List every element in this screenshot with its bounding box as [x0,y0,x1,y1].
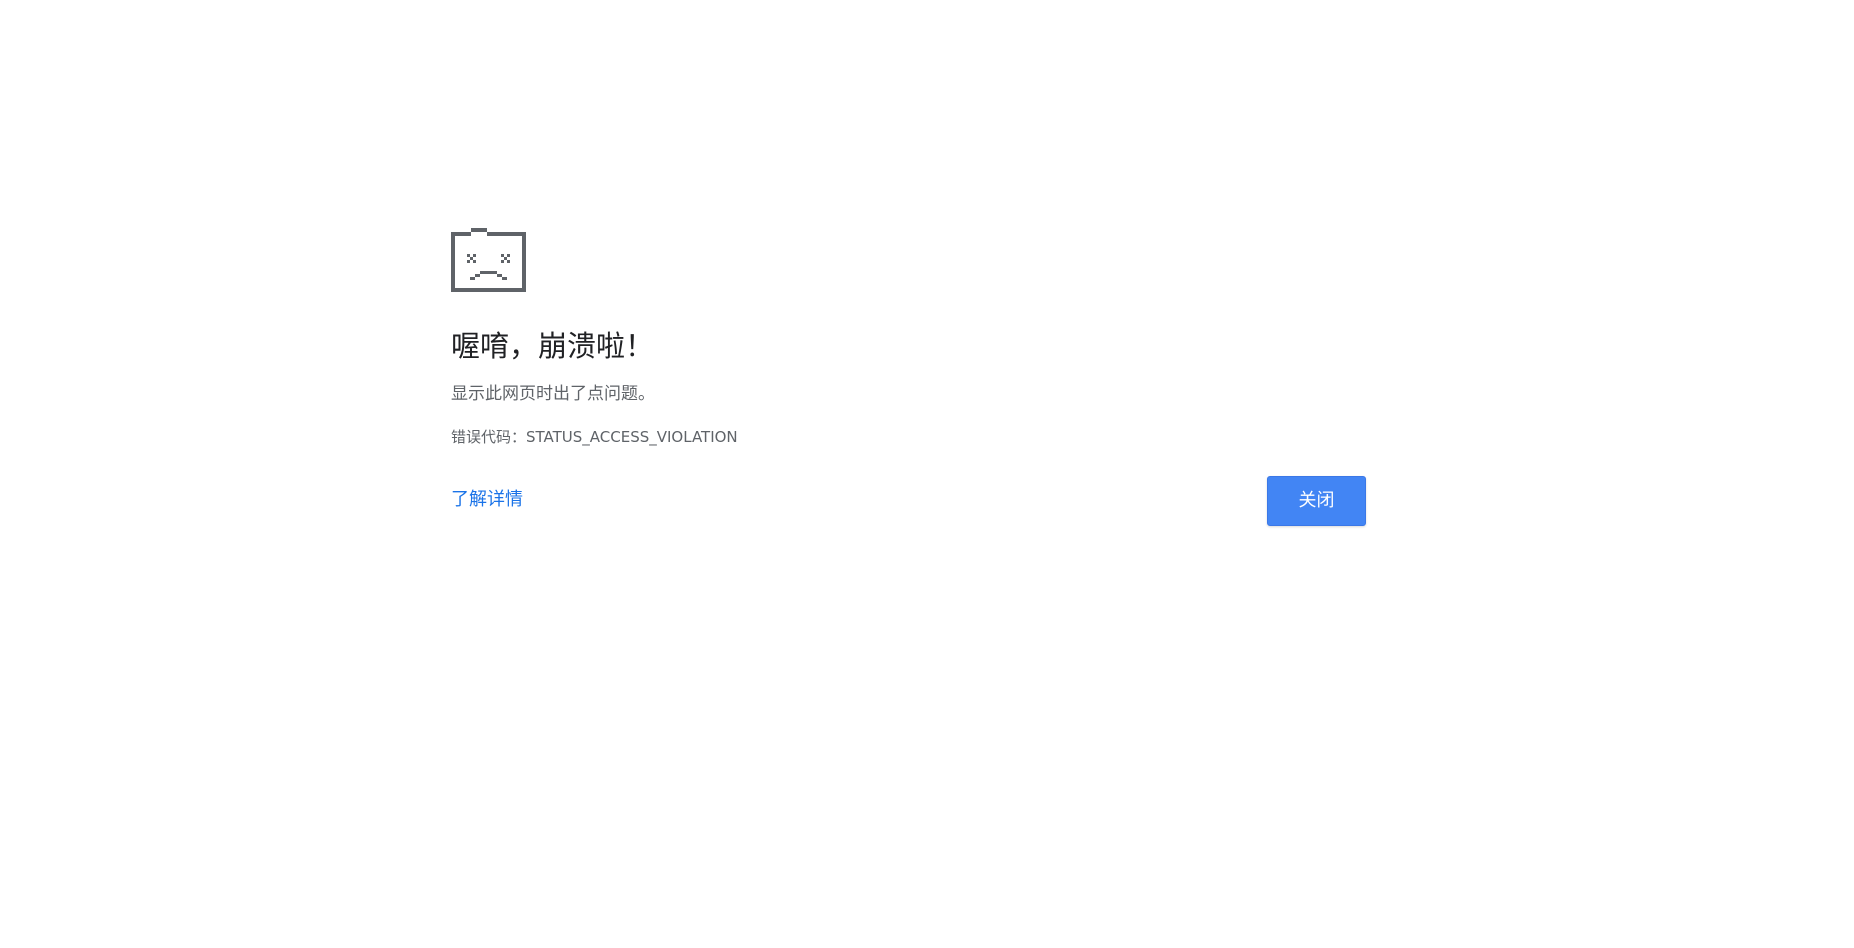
learn-more-link[interactable]: 了解详情 [451,488,523,512]
sad-tab-icon [451,228,526,292]
crash-page: 喔唷，崩溃啦！ 显示此网页时出了点问题。 错误代码：STATUS_ACCESS_… [0,0,1854,948]
crash-message: 显示此网页时出了点问题。 [451,384,655,404]
action-row: 了解详情 关闭 [451,476,1366,526]
error-code: 错误代码：STATUS_ACCESS_VIOLATION [451,428,738,446]
close-button[interactable]: 关闭 [1267,476,1366,526]
page-title: 喔唷，崩溃啦！ [451,329,655,363]
crash-content: 喔唷，崩溃啦！ 显示此网页时出了点问题。 错误代码：STATUS_ACCESS_… [451,228,1366,526]
